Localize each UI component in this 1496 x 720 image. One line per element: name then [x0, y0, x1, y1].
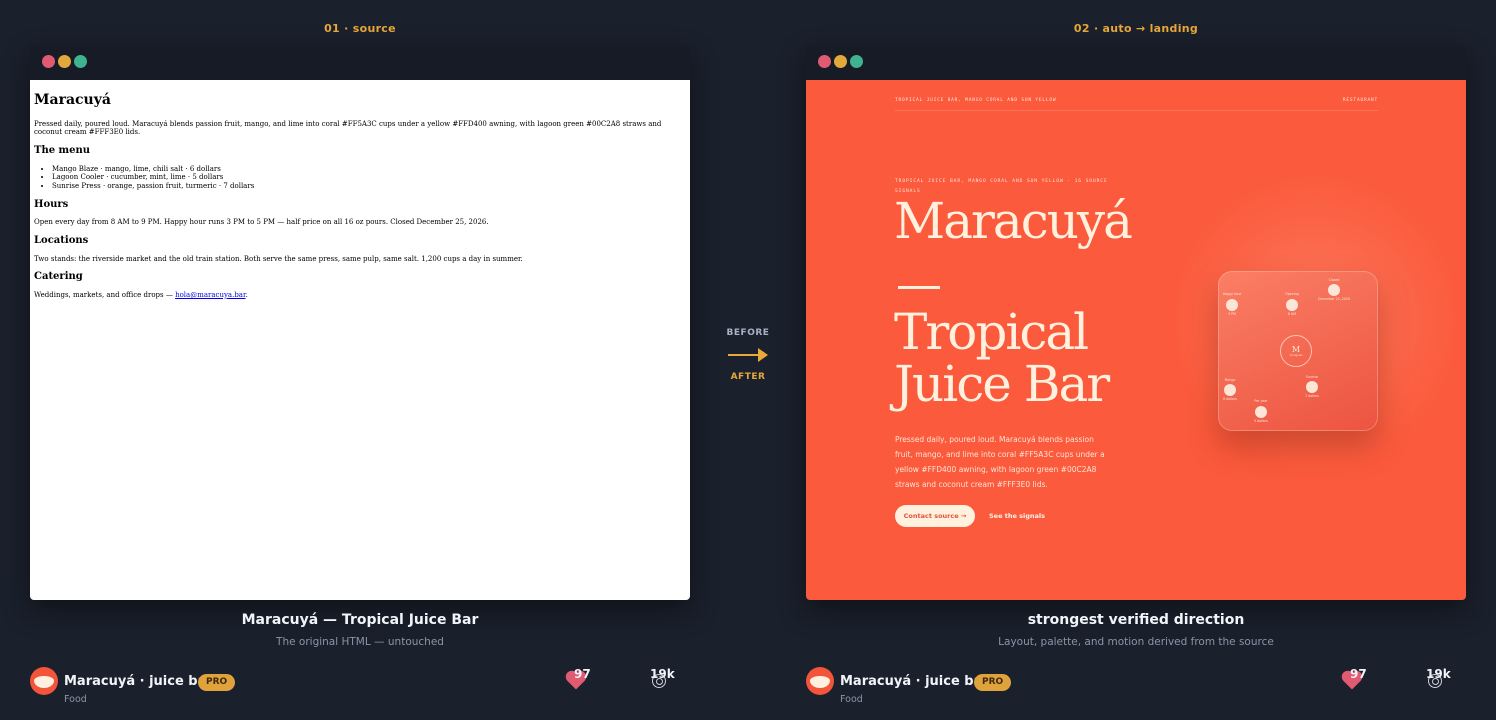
- catering-lead: Weddings, markets, and office drops —: [34, 290, 176, 299]
- card-node-label: Mango: [1224, 378, 1236, 382]
- window-titlebar: [806, 46, 1466, 80]
- catering-end: .: [245, 290, 248, 299]
- card-node-value: 7 dollars: [1305, 394, 1319, 398]
- likes-count: 97: [1350, 667, 1367, 681]
- locations-text: Two stands: the riverside market and the…: [34, 254, 523, 263]
- source-intro: Pressed daily, poured loud. Maracuyá ble…: [34, 119, 662, 137]
- card-node: [1226, 299, 1238, 311]
- views-count: 19k: [1426, 667, 1451, 681]
- see-signals-link[interactable]: See the signals: [989, 512, 1045, 520]
- menu-heading: The menu: [34, 145, 91, 156]
- catering-email-link[interactable]: hola@maracuya.bar: [175, 291, 245, 299]
- hero-description: Pressed daily, poured loud. Maracuyá ble…: [895, 435, 1105, 489]
- source-caption-subtitle: The original HTML — untouched: [276, 636, 444, 648]
- card-node-label: Per year: [1254, 399, 1268, 403]
- views-count: 19k: [650, 667, 675, 681]
- avatar[interactable]: [806, 667, 834, 695]
- shot-name-link[interactable]: Maracuyá · juice bar: [840, 674, 989, 689]
- minimize-dot-icon[interactable]: [58, 55, 71, 68]
- pro-badge: PRO: [198, 674, 236, 691]
- panel-label-landing: 02 · auto → landing: [1073, 22, 1199, 35]
- card-node: [1255, 406, 1267, 418]
- arrow-right-icon: [728, 348, 768, 362]
- before-label: BEFORE: [726, 328, 770, 338]
- maximize-dot-icon[interactable]: [74, 55, 87, 68]
- source-title: Maracuyá: [34, 92, 111, 108]
- card-node: [1286, 299, 1298, 311]
- menu-item: Lagoon Cooler · cucumber, mint, lime · 5…: [52, 173, 686, 182]
- menu-item: Mango Blaze · mango, lime, chili salt · …: [52, 165, 686, 174]
- card-node-value: 3 PM: [1228, 312, 1236, 316]
- menu-list: Mango Blaze · mango, lime, chili salt · …: [52, 165, 686, 191]
- card-center-caption: 16 signals: [1289, 354, 1303, 357]
- close-dot-icon[interactable]: [42, 55, 55, 68]
- card-center-node: M 16 signals: [1280, 335, 1312, 367]
- card-node-value: 5 dollars: [1254, 419, 1268, 423]
- source-caption-title: Maracuyá — Tropical Juice Bar: [241, 612, 479, 628]
- close-dot-icon[interactable]: [818, 55, 831, 68]
- source-window: Maracuyá Pressed daily, poured loud. Mar…: [30, 46, 690, 600]
- nav-category-link[interactable]: Restaurant: [1343, 98, 1378, 103]
- card-monogram: M: [1291, 345, 1301, 354]
- card-node: [1306, 381, 1318, 393]
- shot-footer: Maracuyá · juice bar PRO Food 97 19k: [806, 667, 1466, 707]
- shot-footer: Maracuyá · juice bar PRO Food 97 19k: [30, 667, 690, 707]
- landing-window: Tropical juice bar, mango coral and sun …: [806, 46, 1466, 600]
- landing-caption-subtitle: Layout, palette, and motion derived from…: [998, 636, 1274, 648]
- before-after-indicator: BEFORE AFTER: [714, 328, 782, 382]
- card-node: [1224, 384, 1236, 396]
- nav-divider: [895, 110, 1378, 111]
- shot-category: Food: [840, 694, 863, 705]
- locations-heading: Locations: [34, 235, 89, 246]
- maximize-dot-icon[interactable]: [850, 55, 863, 68]
- card-node-label: Happy hour: [1222, 292, 1242, 296]
- menu-item: Sunrise Press · orange, passion fruit, t…: [52, 182, 686, 191]
- card-node-value: 6 dollars: [1223, 397, 1237, 401]
- panel-label-source: 01 · source: [324, 22, 396, 35]
- after-label: AFTER: [730, 372, 766, 382]
- catering-text: Weddings, markets, and office drops — ho…: [34, 291, 686, 300]
- card-node-value: December 25, 2026: [1318, 297, 1350, 301]
- hero-subtitle-line: Tropical: [894, 303, 1089, 361]
- hero-title: Maracuyá: [894, 192, 1133, 250]
- landing-caption-title: strongest verified direction: [1027, 612, 1245, 628]
- hero-subtitle: Tropical Juice Bar: [894, 303, 1110, 413]
- signals-card: M 16 signals Happy hour 3 PM Opening 8 A…: [1218, 271, 1378, 431]
- shot-name-link[interactable]: Maracuyá · juice bar: [64, 674, 213, 689]
- card-node-label: Opening: [1285, 292, 1299, 296]
- window-titlebar: [30, 46, 690, 80]
- nav-tagline: Tropical juice bar, mango coral and sun …: [895, 98, 1057, 103]
- shot-category: Food: [64, 694, 87, 705]
- likes-count: 97: [574, 667, 591, 681]
- catering-heading: Catering: [34, 271, 83, 283]
- hero-subtitle-line: Juice Bar: [894, 355, 1110, 413]
- avatar[interactable]: [30, 667, 58, 695]
- source-page: Maracuyá Pressed daily, poured loud. Mar…: [30, 80, 690, 600]
- card-node-label: Closed: [1328, 278, 1340, 282]
- card-node: [1328, 284, 1340, 296]
- card-node-value: 8 AM: [1288, 312, 1296, 316]
- hero-rule: [898, 286, 940, 289]
- minimize-dot-icon[interactable]: [834, 55, 847, 68]
- pro-badge: PRO: [974, 674, 1012, 691]
- card-node-label: Sunrise: [1306, 375, 1318, 379]
- hours-heading: Hours: [34, 198, 69, 210]
- hours-text: Open every day from 8 AM to 9 PM. Happy …: [34, 218, 489, 227]
- contact-source-button[interactable]: Contact source →: [895, 505, 975, 527]
- landing-page: Tropical juice bar, mango coral and sun …: [806, 80, 1466, 600]
